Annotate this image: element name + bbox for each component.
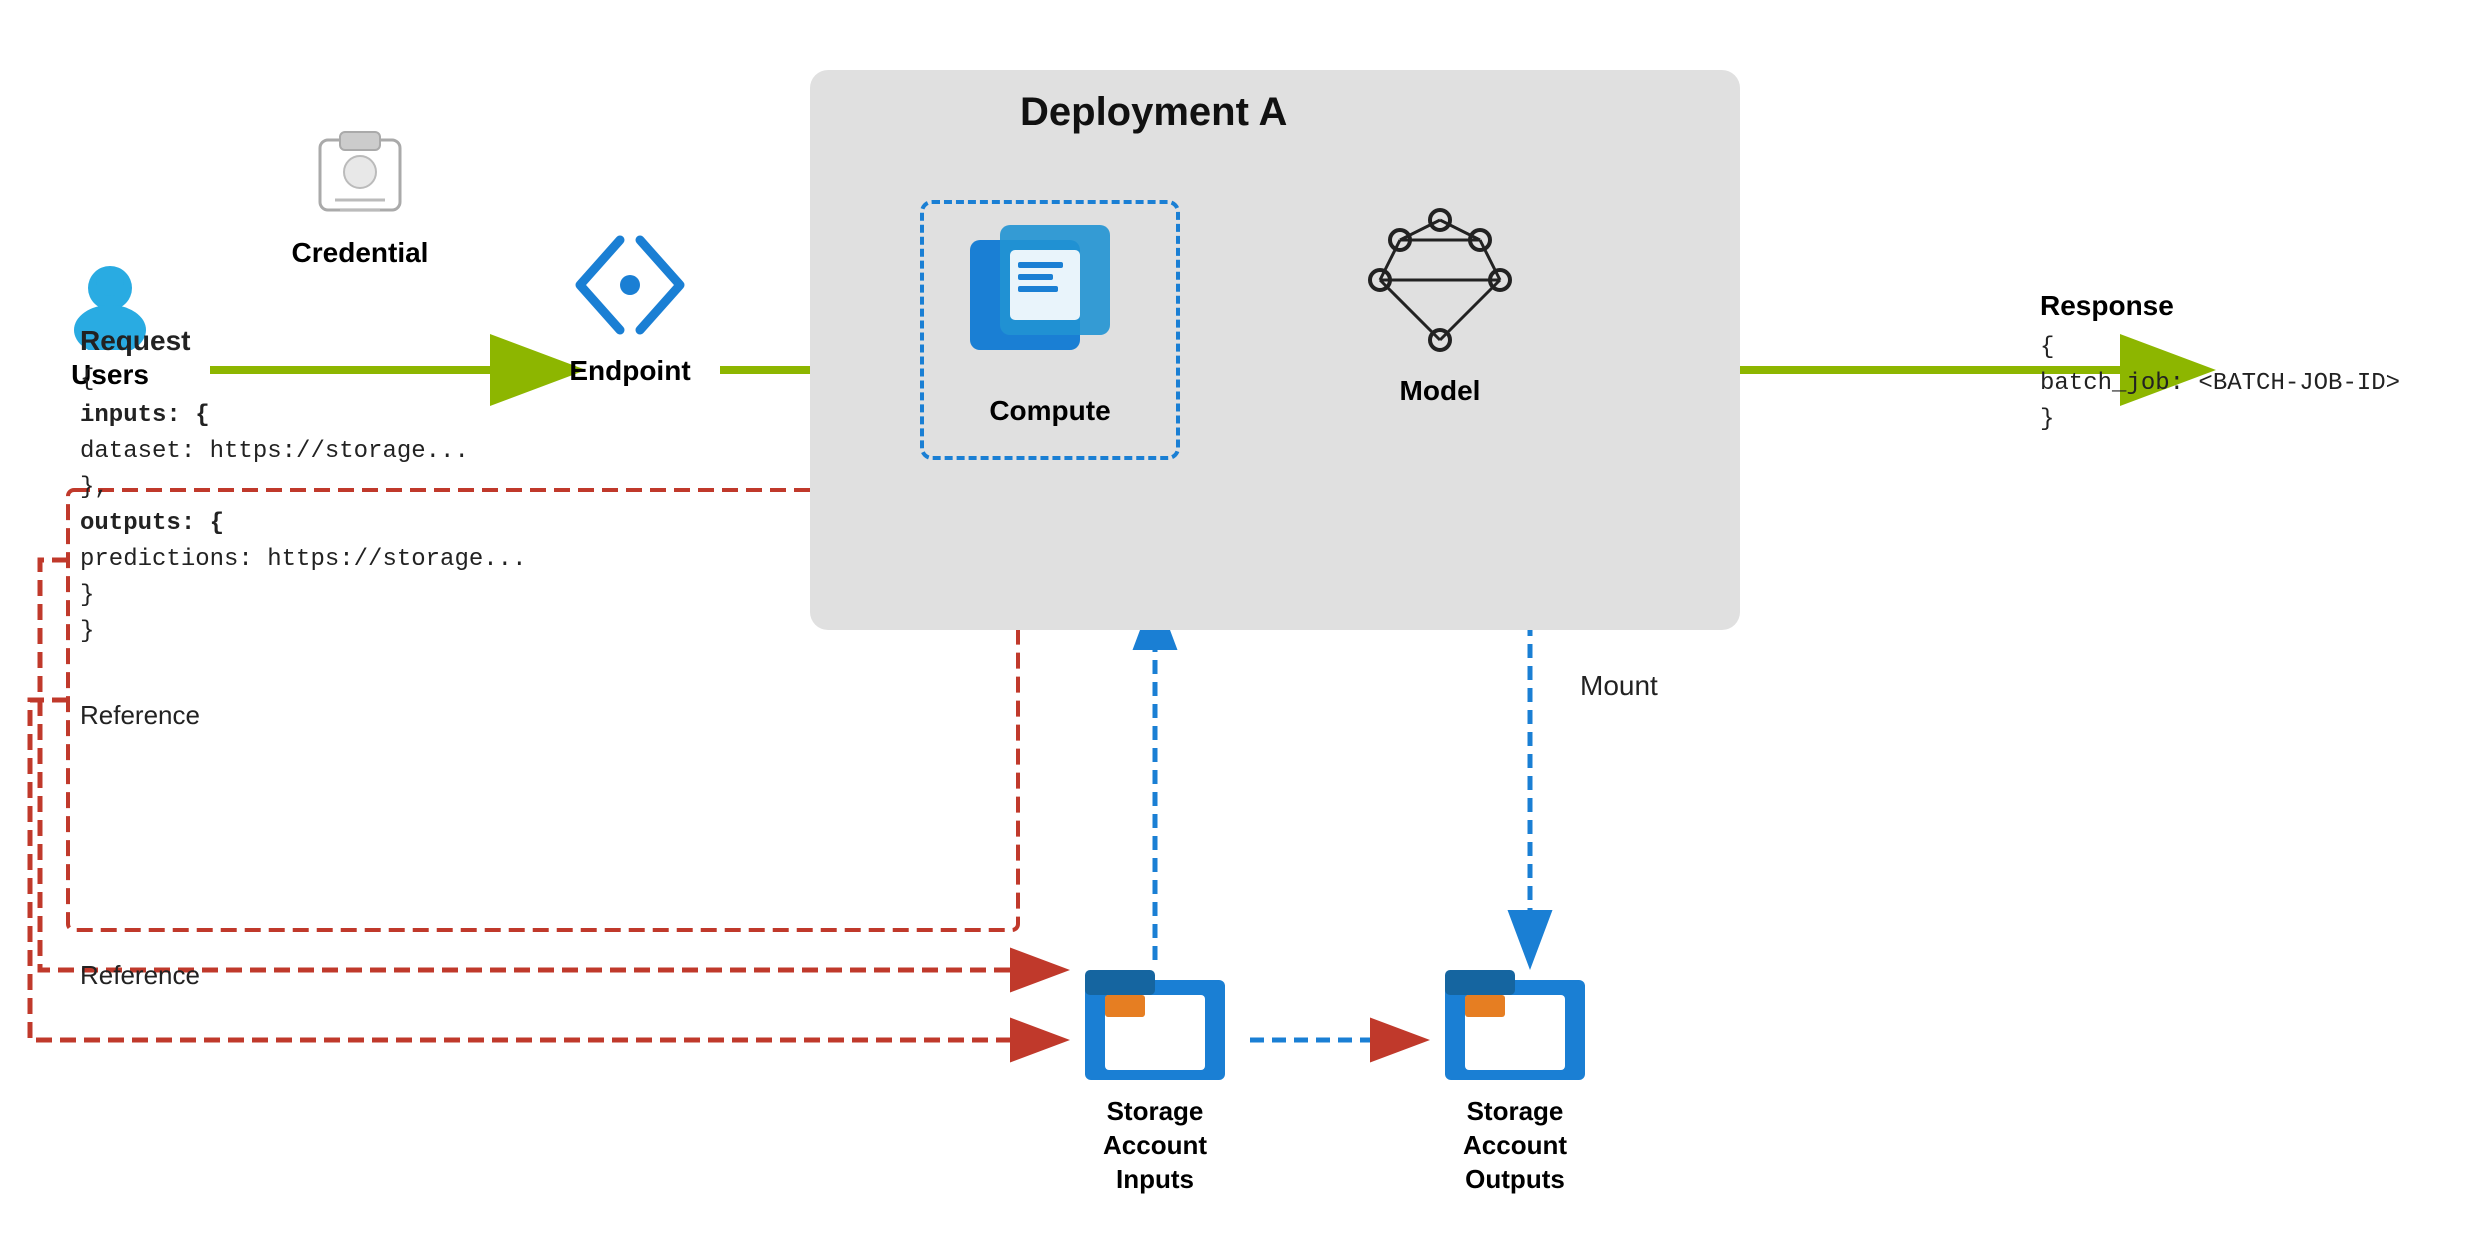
storage-inputs-area: Storage AccountInputs: [1060, 960, 1250, 1196]
storage-outputs-label: Storage AccountOutputs: [1420, 1095, 1610, 1196]
request-line6: outputs: {: [80, 506, 526, 542]
request-line5: },: [80, 470, 526, 506]
response-title: Response: [2040, 290, 2174, 322]
request-line8: }: [80, 578, 526, 614]
request-line7: predictions: https://storage...: [80, 542, 526, 578]
storage-outputs-area: Storage AccountOutputs: [1420, 960, 1610, 1196]
request-line4: dataset: https://storage...: [80, 434, 526, 470]
response-code-block: { batch_job: <BATCH-JOB-ID> }: [2040, 330, 2400, 438]
request-line9: }: [80, 614, 526, 650]
request-code-block: Request { inputs: { dataset: https://sto…: [80, 320, 526, 650]
model-area: Model: [1340, 190, 1540, 407]
response-line2: batch_job: <BATCH-JOB-ID>: [2040, 366, 2400, 402]
response-line3: }: [2040, 402, 2400, 438]
request-line3: inputs: {: [80, 398, 526, 434]
deployment-title: Deployment A: [1020, 90, 1287, 135]
response-line1: {: [2040, 330, 2400, 366]
reference-label-2: Reference: [80, 960, 200, 991]
endpoint-label: Endpoint: [540, 355, 720, 387]
credential-label: Credential: [270, 237, 450, 269]
model-label: Model: [1340, 375, 1540, 407]
storage-inputs-label: Storage AccountInputs: [1060, 1095, 1250, 1196]
request-line2: {: [80, 362, 526, 398]
credential-area: Credential: [270, 120, 450, 269]
endpoint-area: Endpoint: [540, 220, 720, 387]
compute-area: Compute: [930, 210, 1170, 427]
mount-label: Mount: [1580, 670, 1658, 702]
reference-label-1: Reference: [80, 700, 200, 731]
compute-label: Compute: [930, 395, 1170, 427]
diagram-container: Users Credential Endpoint Deplo: [0, 0, 2473, 1236]
request-line1: Request: [80, 320, 526, 362]
